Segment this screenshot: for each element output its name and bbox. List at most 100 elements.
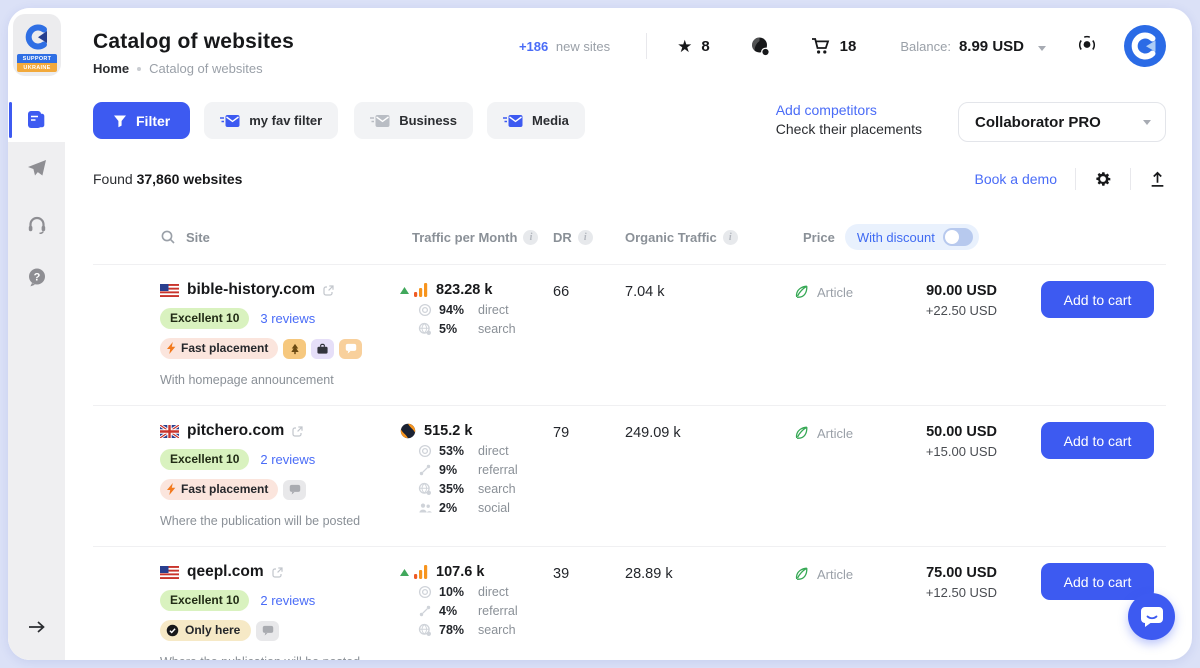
flag-gb-icon [160, 425, 179, 438]
traffic-breakdown-line: 2% social [400, 501, 548, 515]
sidebar-item-catalog[interactable] [8, 98, 65, 142]
plan-selector[interactable]: Collaborator PRO [958, 102, 1166, 142]
content-type-label: Article [817, 284, 853, 300]
cart-count: 18 [840, 38, 857, 55]
tree-chip[interactable] [283, 339, 306, 359]
account-logo[interactable] [1124, 25, 1166, 67]
sidebar-item-support[interactable] [8, 202, 65, 246]
feather-icon [793, 284, 809, 300]
export-button[interactable] [1149, 171, 1166, 188]
toggle-switch[interactable] [943, 228, 973, 246]
content-type-label: Article [817, 566, 853, 582]
col-traffic[interactable]: Traffic per Month i [400, 230, 548, 245]
breakdown-label: search [478, 623, 516, 637]
breakdown-pct: 9% [439, 463, 471, 477]
discount-toggle-label: With discount [857, 230, 935, 245]
topbar-center: +186 new sites ★ 8 [519, 33, 884, 59]
target-icon [418, 444, 432, 458]
reviews-link[interactable]: 2 reviews [260, 593, 315, 608]
sidebar-item-help[interactable]: ? [8, 255, 65, 299]
external-link-icon[interactable] [272, 567, 283, 578]
site-cell: qeepl.com Excellent 10 2 reviews [160, 563, 400, 660]
comment-chip[interactable] [283, 480, 306, 500]
info-icon[interactable]: i [723, 230, 738, 245]
main-content: Catalog of websites Home Catalog of webs… [65, 8, 1192, 660]
filters-row: Filter my fav filter [93, 102, 1166, 142]
topbar: Catalog of websites Home Catalog of webs… [65, 8, 1192, 76]
price-cell: 90.00 USD +22.50 USD [905, 281, 997, 387]
sidebar-item-telegram[interactable] [8, 146, 65, 190]
col-site[interactable]: Site [160, 229, 400, 245]
filter-button[interactable]: Filter [93, 102, 190, 139]
breakdown-label: search [478, 322, 516, 336]
favorites-button[interactable]: ★ 8 [677, 38, 710, 55]
price-value: 75.00 USD [905, 565, 997, 581]
fast-placement-badge: Fast placement [160, 338, 278, 359]
briefcase-chip[interactable] [311, 339, 334, 359]
comment-icon [345, 343, 357, 354]
discount-toggle[interactable]: With discount [845, 224, 979, 250]
organic-cell: 249.09 k [620, 422, 760, 528]
add-to-cart-button[interactable]: Add to cart [1041, 563, 1154, 600]
globe-icon [418, 623, 432, 637]
col-organic[interactable]: Organic Traffic i [620, 230, 760, 245]
similarweb-pie-icon [400, 423, 416, 439]
breadcrumb: Home Catalog of websites [93, 61, 294, 76]
add-competitors-link[interactable]: Add competitors [776, 102, 922, 118]
saved-filter-fav[interactable]: my fav filter [204, 102, 338, 139]
analytics-button[interactable] [750, 36, 771, 57]
chat-widget-button[interactable] [1128, 593, 1175, 640]
mail-filter-icon [370, 114, 390, 128]
arrow-right-icon [28, 620, 46, 634]
col-dr[interactable]: DR i [548, 230, 620, 245]
reviews-link[interactable]: 2 reviews [260, 452, 315, 467]
comment-icon [289, 484, 301, 495]
notifications-button[interactable] [1076, 33, 1098, 60]
fast-placement-label: Fast placement [181, 341, 268, 355]
page-title: Catalog of websites [93, 30, 294, 54]
traffic-breakdown-line: 10% direct [400, 585, 548, 599]
balance-dropdown[interactable]: Balance: 8.99 USD [900, 38, 1046, 55]
feather-icon [793, 566, 809, 582]
info-icon[interactable]: i [578, 230, 593, 245]
extra-price-value: +22.50 USD [905, 303, 997, 318]
cart-button[interactable]: 18 [811, 37, 857, 55]
reviews-link[interactable]: 3 reviews [260, 311, 315, 326]
sidebar-collapse-button[interactable] [8, 620, 65, 634]
saved-filter-business[interactable]: Business [354, 102, 473, 139]
comment-chip[interactable] [339, 339, 362, 359]
book-demo-link[interactable]: Book a demo [975, 171, 1058, 187]
help-bubble-icon: ? [27, 267, 47, 287]
external-link-icon[interactable] [323, 285, 334, 296]
site-domain[interactable]: bible-history.com [187, 281, 315, 299]
cart-icon [811, 37, 831, 55]
placement-note: Where the publication will be posted [160, 514, 400, 528]
star-icon: ★ [677, 38, 692, 55]
add-to-cart-button[interactable]: Add to cart [1041, 281, 1154, 318]
page: SUPPORT UKRAINE [0, 0, 1200, 668]
breakdown-pct: 5% [439, 322, 471, 336]
sidebar-logo[interactable]: SUPPORT UKRAINE [13, 14, 61, 76]
settings-button[interactable] [1094, 170, 1112, 188]
extra-price-value: +12.50 USD [905, 585, 997, 600]
info-icon[interactable]: i [523, 230, 538, 245]
target-icon [418, 303, 432, 317]
add-to-cart-button[interactable]: Add to cart [1041, 422, 1154, 459]
new-sites-counter[interactable]: +186 new sites [519, 39, 610, 54]
site-domain[interactable]: pitchero.com [187, 422, 284, 440]
fast-placement-label: Fast placement [181, 482, 268, 496]
table-row: pitchero.com Excellent 10 2 reviews [93, 405, 1166, 546]
site-domain[interactable]: qeepl.com [187, 563, 264, 581]
external-link-icon[interactable] [292, 426, 303, 437]
table-header: Site Traffic per Month i DR i Organic Tr… [93, 214, 1166, 265]
col-site-label: Site [186, 230, 210, 245]
comment-chip[interactable] [256, 621, 279, 641]
col-dr-label: DR [553, 230, 572, 245]
breadcrumb-home[interactable]: Home [93, 61, 129, 76]
comment-icon [262, 625, 274, 636]
saved-filter-media[interactable]: Media [487, 102, 585, 139]
price-value: 90.00 USD [905, 283, 997, 299]
people-icon [418, 501, 432, 515]
breakdown-label: direct [478, 444, 509, 458]
divider [646, 33, 647, 59]
